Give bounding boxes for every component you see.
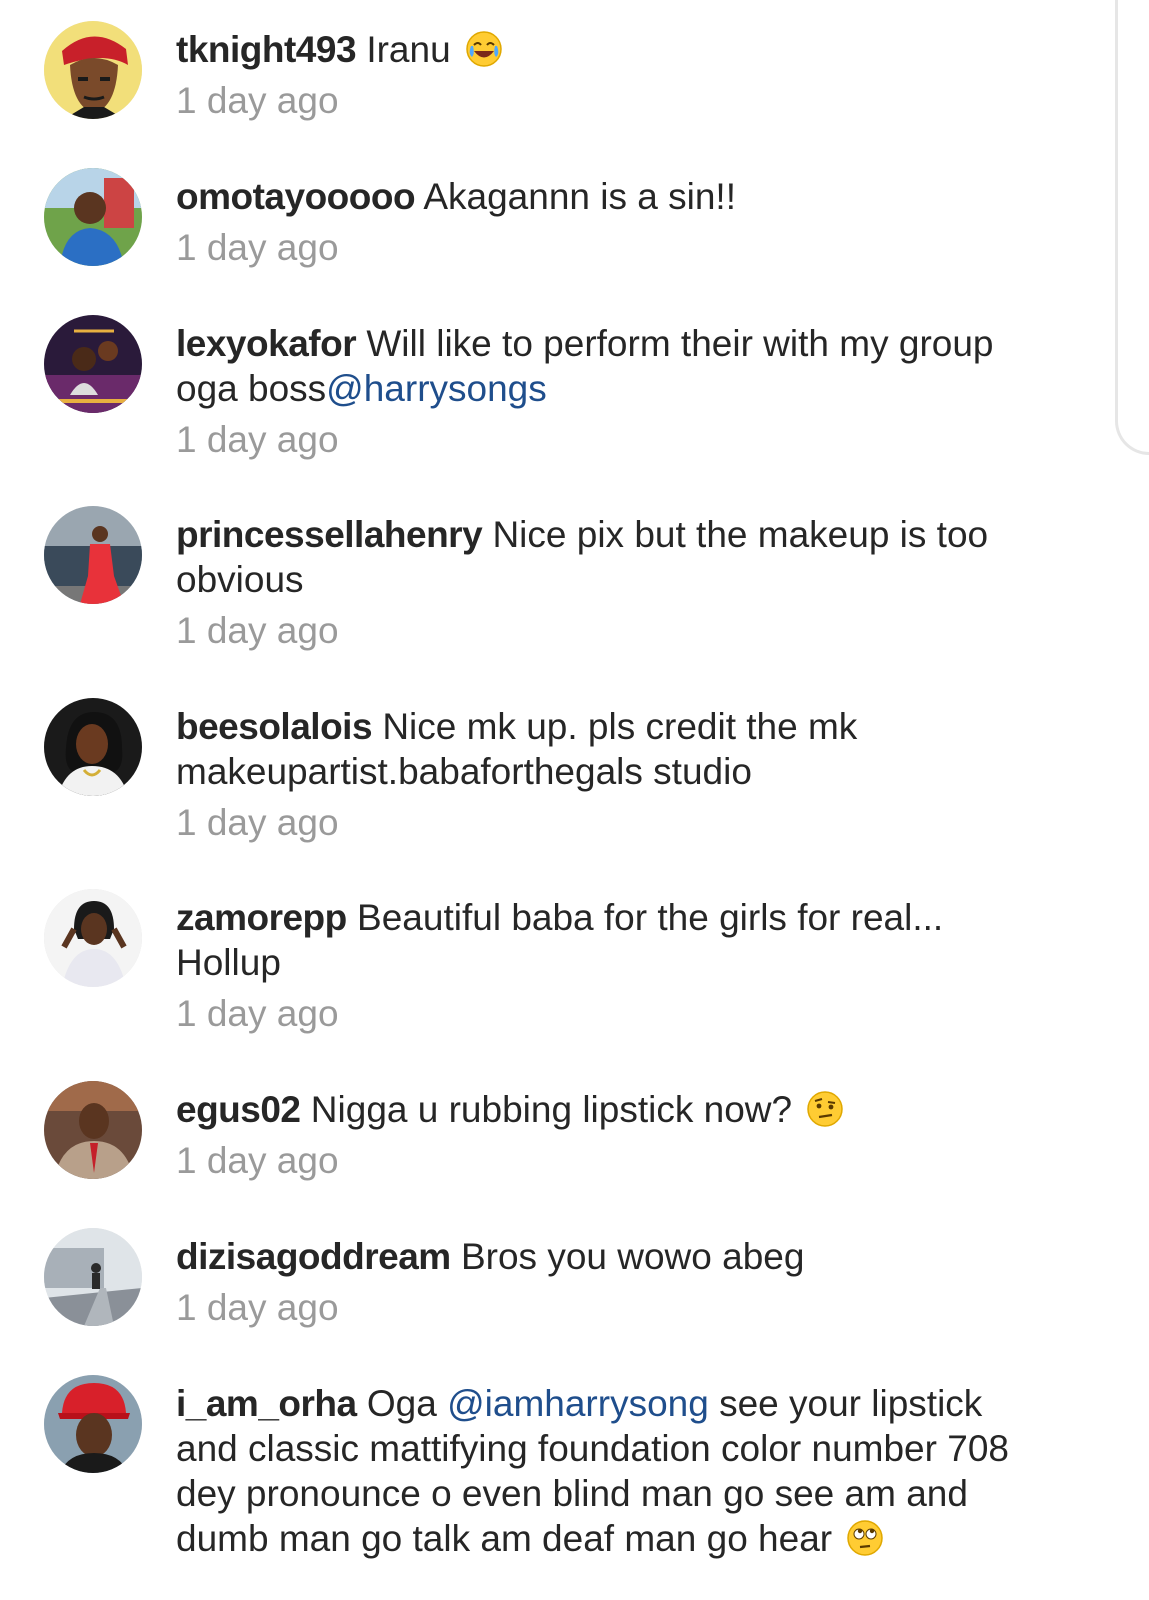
avatar[interactable] bbox=[44, 21, 142, 119]
scrollbar-track[interactable] bbox=[1115, 0, 1149, 455]
comment-message: Nigga u rubbing lipstick now? bbox=[310, 1089, 793, 1130]
comment-timestamp: 1 day ago bbox=[176, 993, 339, 1034]
avatar[interactable] bbox=[44, 506, 142, 604]
avatar[interactable] bbox=[44, 698, 142, 796]
comment-text: lexyokafor Will like to perform their wi… bbox=[176, 321, 1046, 411]
mention-link[interactable]: @iamharrysong bbox=[447, 1383, 709, 1424]
username-link[interactable]: zamorepp bbox=[176, 897, 347, 938]
username-link[interactable]: i_am_orha bbox=[176, 1383, 357, 1424]
comment-timestamp: 1 day ago bbox=[176, 610, 339, 651]
username-link[interactable]: omotayooooo bbox=[176, 176, 416, 217]
username-link[interactable]: beesolalois bbox=[176, 706, 373, 747]
comment-text: beesolalois Nice mk up. pls credit the m… bbox=[176, 704, 1046, 794]
username-link[interactable]: lexyokafor bbox=[176, 323, 357, 364]
avatar[interactable] bbox=[44, 168, 142, 266]
avatar[interactable] bbox=[44, 315, 142, 413]
username-link[interactable]: dizisagoddream bbox=[176, 1236, 451, 1277]
username-link[interactable]: princessellahenry bbox=[176, 514, 483, 555]
comment-message: Akagannn is a sin!! bbox=[423, 176, 736, 217]
username-link[interactable]: tknight493 bbox=[176, 29, 357, 70]
avatar[interactable] bbox=[44, 1228, 142, 1326]
tears-of-joy-icon bbox=[465, 30, 503, 68]
comment-timestamp: 1 day ago bbox=[176, 1287, 339, 1328]
comment-text: omotayooooo Akagannn is a sin!! bbox=[176, 174, 1046, 219]
raised-eyebrow-icon bbox=[806, 1090, 844, 1128]
comment-message: Iranu bbox=[366, 29, 451, 70]
comment-timestamp: 1 day ago bbox=[176, 80, 339, 121]
avatar[interactable] bbox=[44, 1081, 142, 1179]
rolling-eyes-icon bbox=[846, 1519, 884, 1557]
comment-timestamp: 1 day ago bbox=[176, 227, 339, 268]
comment-message: Bros you wowo abeg bbox=[460, 1236, 805, 1277]
comment-timestamp: 1 day ago bbox=[176, 802, 339, 843]
comment-text: i_am_orha Oga @iamharrysong see your lip… bbox=[176, 1381, 1046, 1561]
comment-text: dizisagoddream Bros you wowo abeg bbox=[176, 1234, 1046, 1279]
comment-text: tknight493 Iranu bbox=[176, 27, 1046, 72]
comment-timestamp: 1 day ago bbox=[176, 1140, 339, 1181]
comment-timestamp: 1 day ago bbox=[176, 419, 339, 460]
comment-text: princessellahenry Nice pix but the makeu… bbox=[176, 512, 1046, 602]
mention-link[interactable]: @harrysongs bbox=[326, 368, 547, 409]
avatar[interactable] bbox=[44, 889, 142, 987]
comment-text: zamorepp Beautiful baba for the girls fo… bbox=[176, 895, 1046, 985]
comment-message: Oga bbox=[366, 1383, 437, 1424]
avatar[interactable] bbox=[44, 1375, 142, 1473]
comment-text: egus02 Nigga u rubbing lipstick now? bbox=[176, 1087, 1046, 1132]
username-link[interactable]: egus02 bbox=[176, 1089, 301, 1130]
